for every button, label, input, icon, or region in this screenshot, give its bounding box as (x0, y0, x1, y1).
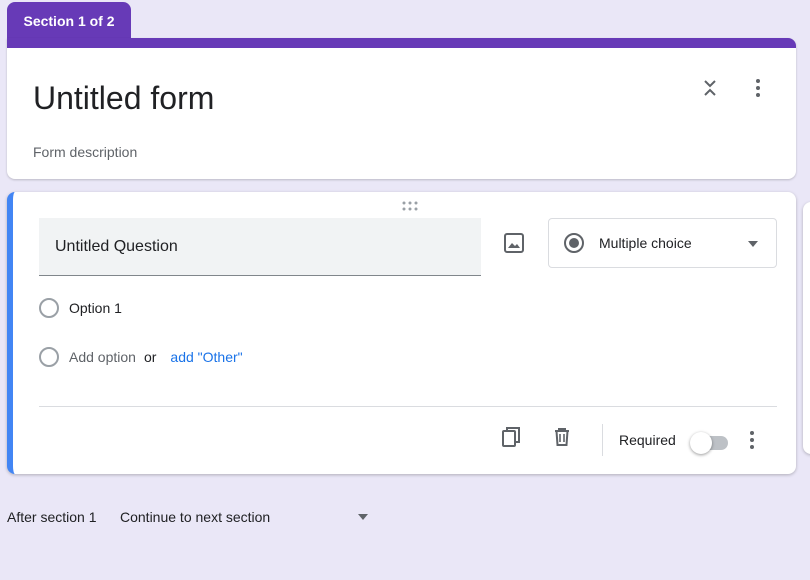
side-toolbar (803, 202, 810, 454)
add-option-row: Add option or add "Other" (39, 347, 243, 367)
required-label: Required (619, 432, 676, 448)
delete-icon[interactable] (551, 426, 573, 448)
form-title[interactable]: Untitled form (33, 80, 214, 117)
toggle-thumb (690, 432, 712, 454)
add-option-radio-icon (39, 347, 59, 367)
or-text: or (143, 349, 157, 365)
form-editor-page: Section 1 of 2 Untitled form Form descri… (0, 0, 810, 580)
more-vert-icon[interactable] (748, 76, 768, 100)
after-section-label: After section 1 (7, 509, 97, 525)
question-type-select[interactable]: Multiple choice (548, 218, 777, 268)
after-section-select[interactable]: Continue to next section (112, 500, 374, 534)
copy-icon[interactable] (500, 426, 522, 448)
option-label[interactable]: Option 1 (69, 300, 122, 316)
question-type-label: Multiple choice (599, 235, 692, 251)
after-section-value: Continue to next section (120, 509, 271, 525)
form-description[interactable]: Form description (33, 144, 137, 160)
footer-divider (39, 406, 777, 407)
image-icon[interactable] (503, 232, 525, 254)
footer-separator (602, 424, 603, 456)
question-card[interactable]: Untitled Question Multiple choice Option… (7, 192, 796, 474)
question-title-input[interactable]: Untitled Question (39, 218, 481, 276)
form-title-card: Untitled form Form description (7, 38, 796, 179)
option-radio-icon (39, 298, 59, 318)
drag-handle-icon[interactable] (401, 200, 419, 212)
dropdown-caret-icon (748, 241, 758, 247)
radio-button-icon (564, 233, 584, 253)
required-toggle[interactable] (690, 432, 728, 454)
dropdown-caret-icon (358, 514, 368, 520)
option-row[interactable]: Option 1 (39, 298, 122, 318)
more-vert-icon[interactable] (742, 428, 762, 452)
section-tab[interactable]: Section 1 of 2 (7, 2, 131, 40)
add-other-link[interactable]: add "Other" (170, 349, 242, 365)
add-option-button[interactable]: Add option (69, 349, 136, 365)
collapse-icon[interactable] (700, 76, 720, 100)
